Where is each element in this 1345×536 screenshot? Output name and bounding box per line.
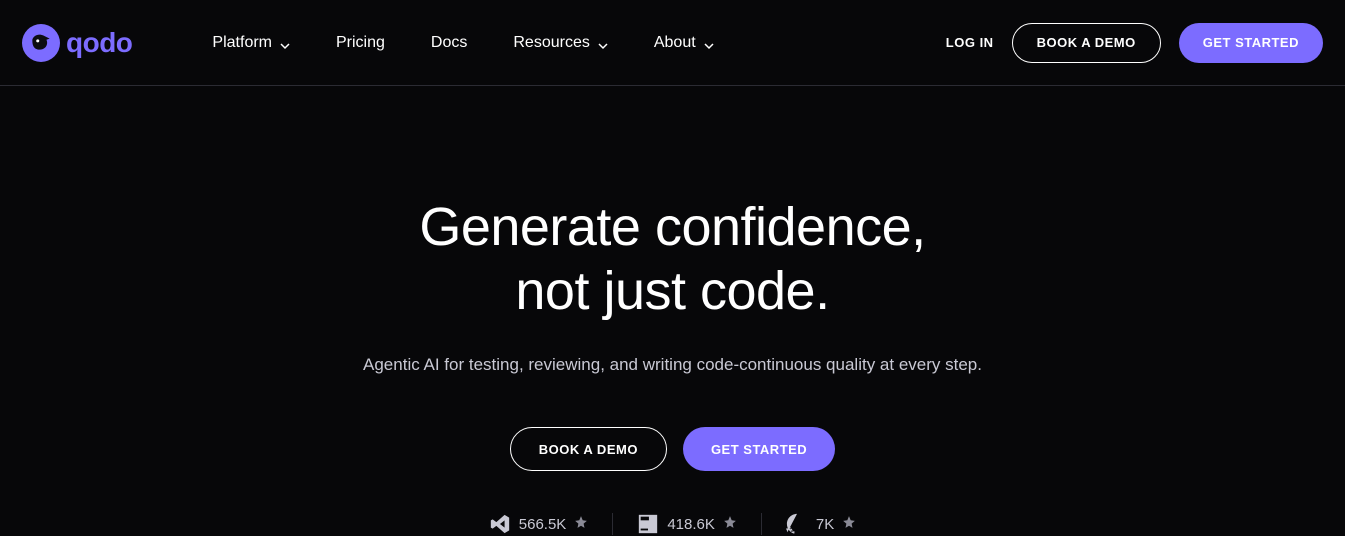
hero-actions: BOOK A DEMO GET STARTED — [510, 427, 835, 471]
stat-value: 418.6K — [667, 516, 715, 533]
stats-row: 566.5K 418.6K 7K — [489, 513, 856, 535]
hero-section: Generate confidence, not just code. Agen… — [0, 86, 1345, 535]
nav-item-docs[interactable]: Docs — [431, 34, 467, 52]
hero-headline-line2: not just code. — [515, 261, 829, 321]
stat-jetbrains[interactable]: 418.6K — [637, 513, 737, 535]
stat-vscode[interactable]: 566.5K — [489, 513, 589, 535]
site-header: qodo Platform Pricing Docs Resources Abo… — [0, 0, 1345, 86]
book-demo-button[interactable]: BOOK A DEMO — [1012, 23, 1161, 63]
stat-github[interactable]: 7K — [786, 513, 856, 535]
primary-nav: Platform Pricing Docs Resources About — [212, 34, 713, 52]
stat-value: 7K — [816, 516, 834, 533]
brand-logo[interactable]: qodo — [22, 24, 132, 62]
nav-item-platform[interactable]: Platform — [212, 34, 290, 52]
dog-head-icon — [28, 30, 54, 56]
chevron-down-icon — [280, 38, 290, 48]
stat-value: 566.5K — [519, 516, 567, 533]
hero-headline: Generate confidence, not just code. — [419, 196, 925, 323]
nav-label: Docs — [431, 34, 467, 52]
brand-name: qodo — [66, 27, 132, 59]
nav-label: Pricing — [336, 34, 385, 52]
login-link[interactable]: LOG IN — [946, 35, 994, 50]
header-actions: LOG IN BOOK A DEMO GET STARTED — [946, 23, 1323, 63]
chevron-down-icon — [598, 38, 608, 48]
github-icon — [786, 513, 808, 535]
nav-item-resources[interactable]: Resources — [513, 34, 607, 52]
nav-label: About — [654, 34, 696, 52]
nav-item-pricing[interactable]: Pricing — [336, 34, 385, 52]
get-started-button[interactable]: GET STARTED — [1179, 23, 1323, 63]
divider — [761, 513, 762, 535]
star-icon — [574, 515, 588, 534]
vscode-icon — [489, 513, 511, 535]
nav-label: Platform — [212, 34, 272, 52]
hero-book-demo-button[interactable]: BOOK A DEMO — [510, 427, 667, 471]
nav-item-about[interactable]: About — [654, 34, 714, 52]
brand-logo-mark — [22, 24, 60, 62]
nav-label: Resources — [513, 34, 589, 52]
hero-headline-line1: Generate confidence, — [419, 197, 925, 257]
jetbrains-icon — [637, 513, 659, 535]
hero-subtitle: Agentic AI for testing, reviewing, and w… — [363, 355, 982, 375]
chevron-down-icon — [704, 38, 714, 48]
divider — [612, 513, 613, 535]
hero-get-started-button[interactable]: GET STARTED — [683, 427, 835, 471]
star-icon — [723, 515, 737, 534]
star-icon — [842, 515, 856, 534]
